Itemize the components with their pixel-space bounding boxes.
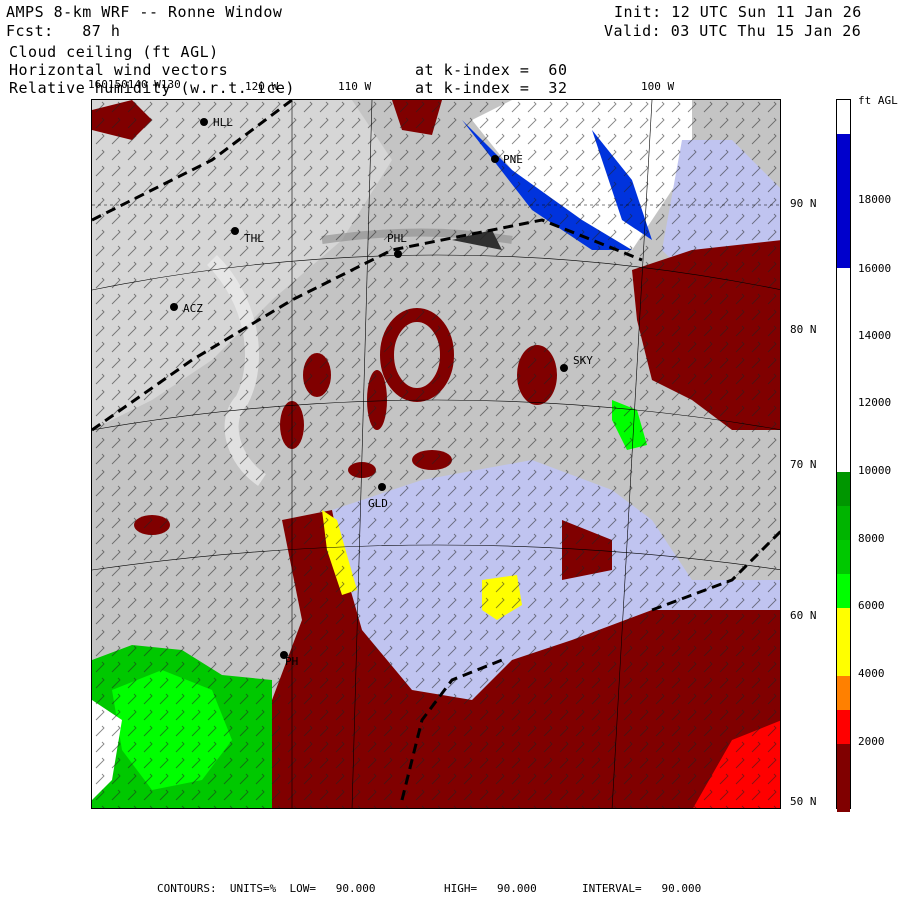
colorbar-swatch bbox=[837, 100, 850, 134]
colorbar-tick: 6000 bbox=[858, 599, 885, 612]
colorbar-tick: 10000 bbox=[858, 464, 892, 477]
rh-level: at k-index = 32 bbox=[415, 79, 568, 97]
lon-label: 110 W bbox=[338, 80, 372, 93]
colorbar-swatch bbox=[837, 472, 850, 506]
colorbar-tick: 8000 bbox=[858, 532, 885, 545]
colorbar-swatch bbox=[837, 642, 850, 676]
footer-interval: INTERVAL= 90.000 bbox=[582, 882, 702, 895]
lat-label: 90 N bbox=[790, 197, 817, 210]
colorbar bbox=[836, 99, 851, 812]
station-dot bbox=[491, 155, 499, 163]
lat-label: 70 N bbox=[790, 458, 817, 471]
colorbar-swatch bbox=[837, 506, 850, 540]
station-label: PNE bbox=[503, 153, 523, 166]
map-svg bbox=[92, 100, 780, 808]
valid-time: Valid: 03 UTC Thu 15 Jan 26 bbox=[604, 22, 862, 40]
colorbar-tick: 18000 bbox=[858, 193, 892, 206]
lat-label: 50 N bbox=[790, 795, 817, 808]
station-dot bbox=[560, 364, 568, 372]
colorbar-swatch bbox=[837, 744, 850, 812]
lon-label: 100 W bbox=[641, 80, 675, 93]
station-label: SKY bbox=[573, 354, 593, 367]
footer-high: HIGH= 90.000 bbox=[444, 882, 537, 895]
station-dot bbox=[231, 227, 239, 235]
station-dot bbox=[170, 303, 178, 311]
colorbar-swatch bbox=[837, 676, 850, 710]
lat-label: 80 N bbox=[790, 323, 817, 336]
forecast-hour: Fcst: 87 h bbox=[6, 22, 121, 40]
lon-label: 120 W bbox=[245, 80, 279, 93]
colorbar-swatch bbox=[837, 710, 850, 744]
colorbar-tick: 4000 bbox=[858, 667, 885, 680]
model-title: AMPS 8-km WRF -- Ronne Window bbox=[6, 3, 283, 21]
field-cloud-ceiling: Cloud ceiling (ft AGL) bbox=[9, 43, 219, 61]
colorbar-swatch bbox=[837, 608, 850, 642]
colorbar-swatch bbox=[837, 540, 850, 574]
station-dot bbox=[394, 250, 402, 258]
station-dot bbox=[200, 118, 208, 126]
colorbar-swatch bbox=[837, 268, 850, 472]
station-label: HLL bbox=[213, 116, 233, 129]
station-label: ACZ bbox=[183, 302, 203, 315]
colorbar-tick: 2000 bbox=[858, 735, 885, 748]
wind-level: at k-index = 60 bbox=[415, 61, 568, 79]
station-dot bbox=[378, 483, 386, 491]
init-time: Init: 12 UTC Sun 11 Jan 26 bbox=[614, 3, 862, 21]
colorbar-tick: 14000 bbox=[858, 329, 892, 342]
map-panel: HLL PNE THL PHL ACZ SKY GLD PH bbox=[91, 99, 781, 809]
station-label: PHL bbox=[387, 232, 407, 245]
colorbar-tick: 12000 bbox=[858, 396, 892, 409]
station-label: THL bbox=[244, 232, 264, 245]
colorbar-swatch bbox=[837, 574, 850, 608]
lat-label: 60 N bbox=[790, 609, 817, 622]
station-label: PH bbox=[285, 655, 299, 668]
colorbar-title: ft AGL bbox=[858, 94, 898, 107]
colorbar-swatch bbox=[837, 134, 850, 268]
colorbar-tick: 16000 bbox=[858, 262, 892, 275]
field-wind-vectors: Horizontal wind vectors bbox=[9, 61, 229, 79]
station-label: GLD bbox=[368, 497, 388, 510]
lon-label: 160150140 W130 bbox=[88, 78, 181, 91]
footer-contours: CONTOURS: UNITS=% LOW= 90.000 bbox=[157, 882, 376, 895]
